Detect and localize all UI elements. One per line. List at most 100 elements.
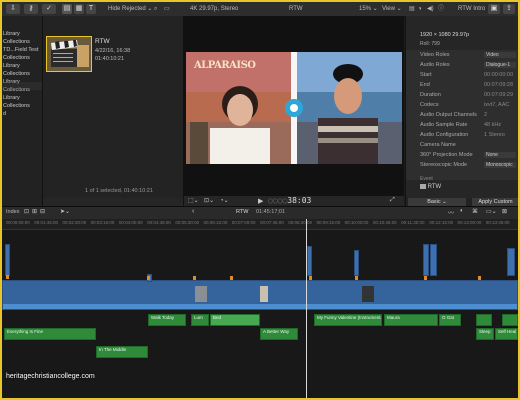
audio-clip[interactable]: Everything Is Fine bbox=[4, 328, 96, 340]
sidebar-item[interactable]: Collections bbox=[2, 102, 42, 110]
overwrite-clip-icon[interactable]: ⊟ bbox=[40, 208, 45, 215]
snapping-icon[interactable]: ⌘ bbox=[472, 208, 478, 215]
audio-clip[interactable]: Self Heal 3 bbox=[495, 328, 518, 340]
clip-thumb[interactable] bbox=[195, 286, 207, 302]
transform-icon[interactable]: ⬚⌄ bbox=[188, 197, 199, 204]
play-icon[interactable]: ▶ bbox=[258, 197, 263, 205]
audio-clip[interactable]: Walk Today bbox=[148, 314, 186, 326]
libraries-sidebar: Library Collections TD...Field Test Coll… bbox=[2, 16, 43, 206]
timecode-display[interactable]: ○○○○38:03 bbox=[268, 196, 311, 205]
video-clip[interactable] bbox=[507, 248, 515, 276]
sidebar-item[interactable]: Library bbox=[2, 94, 42, 102]
audio-clip[interactable]: In The Middle bbox=[96, 346, 148, 358]
inspector-tab-audio-icon[interactable]: ◀) bbox=[427, 4, 434, 14]
sidebar-item[interactable]: Collections bbox=[2, 38, 42, 46]
back-icon[interactable]: ‹ bbox=[192, 208, 194, 215]
inspector-row-value: 48 kHz bbox=[484, 122, 502, 128]
sidebar-item[interactable]: Library bbox=[2, 30, 42, 38]
video-clip[interactable] bbox=[5, 244, 10, 276]
video-frame[interactable]: ALPARAISO bbox=[186, 52, 402, 164]
sidebar-item[interactable]: Collections bbox=[2, 70, 42, 78]
keywords-button[interactable]: ⚷ bbox=[24, 4, 38, 14]
timeline-ruler[interactable]: 00:00:00:00 00:01:45:00 00:02:30:00 00:03:1… bbox=[2, 219, 518, 230]
ruler-tick: 00:08:30:00 bbox=[288, 220, 312, 225]
append-clip-icon[interactable]: ⊡ bbox=[24, 208, 29, 215]
photos-toggle-button[interactable]: ▦ bbox=[74, 4, 84, 14]
ruler-tick: 00:10:00:00 bbox=[344, 220, 369, 225]
titles-toggle-button[interactable]: T bbox=[86, 4, 96, 14]
import-button[interactable]: ⇩ bbox=[6, 4, 20, 14]
inspector-tab-color-icon[interactable]: ◑ bbox=[418, 4, 422, 14]
inspector-row-label: Audio Output Channels bbox=[420, 112, 477, 118]
video-clip[interactable] bbox=[354, 250, 359, 276]
filmstrip-view-icon[interactable]: ▭ bbox=[164, 4, 170, 14]
browser-bottom-bar bbox=[43, 198, 183, 206]
timeline-header: Index ⊡ ⊞ ⊟ ➤⌄ ‹ RTW 01:45:17;01 〰 ◐ ⌘ ▭… bbox=[2, 206, 518, 220]
marker-icon[interactable] bbox=[424, 276, 427, 280]
basic-dropdown[interactable]: Basic ⌄ bbox=[408, 198, 466, 206]
marker-icon[interactable] bbox=[147, 276, 150, 280]
index-button[interactable]: Index bbox=[6, 209, 19, 215]
clip-thumb[interactable] bbox=[362, 286, 374, 302]
export-button[interactable]: ⇪ bbox=[503, 4, 515, 14]
browser-status: 1 of 1 selected, 01:40:10:21 bbox=[85, 188, 153, 194]
marker-icon[interactable] bbox=[355, 276, 358, 280]
speed-icon[interactable]: ◔⌄ bbox=[220, 197, 229, 204]
sidebar-item[interactable]: TD...Field Test bbox=[2, 46, 42, 54]
clip-thumbnail[interactable] bbox=[46, 36, 92, 72]
fullscreen-icon[interactable]: ⤢ bbox=[390, 197, 395, 204]
inspector-row-label: Audio Sample Rate bbox=[420, 122, 468, 128]
layout-button[interactable]: ▣ bbox=[488, 4, 500, 14]
crop-icon[interactable]: ⊡⌄ bbox=[204, 197, 214, 204]
inspector-row-dropdown[interactable]: Monoscopic bbox=[484, 162, 516, 168]
audio-waveform bbox=[3, 304, 517, 309]
marker-icon[interactable] bbox=[478, 276, 481, 280]
marker-icon[interactable] bbox=[309, 276, 312, 280]
apply-custom-button[interactable]: Apply Custom bbox=[472, 198, 518, 206]
clip-thumb[interactable] bbox=[260, 286, 268, 302]
search-icon[interactable]: ⌕ bbox=[154, 4, 157, 14]
select-tool-icon[interactable]: ➤⌄ bbox=[60, 208, 70, 215]
sidebar-item[interactable]: Collections bbox=[2, 54, 42, 62]
video-clip[interactable] bbox=[423, 244, 429, 276]
sidebar-item[interactable]: Library bbox=[2, 62, 42, 70]
view-dropdown[interactable]: View ⌄ bbox=[382, 4, 402, 14]
video-clip[interactable] bbox=[430, 244, 437, 276]
audio-clip[interactable] bbox=[476, 314, 492, 326]
audio-clip[interactable]: My Funny Valentine (Instrumental) bbox=[314, 314, 382, 326]
audio-clip[interactable]: A Better Way bbox=[260, 328, 298, 340]
insert-clip-icon[interactable]: ⊞ bbox=[32, 208, 37, 215]
inspector-tab-info-icon[interactable]: ▤ bbox=[409, 4, 415, 14]
library-toggle-button[interactable]: ▤ bbox=[62, 4, 72, 14]
sidebar-item-selected[interactable] bbox=[2, 82, 42, 90]
video-clip[interactable] bbox=[307, 246, 312, 276]
watermark-text: heritagechristiancollege.com bbox=[6, 373, 95, 380]
inspector-row: End 00:07:09:28 bbox=[406, 80, 518, 90]
effects-icon[interactable]: ⊠ bbox=[502, 208, 507, 215]
check-button[interactable]: ✓ bbox=[42, 4, 56, 14]
filter-dropdown[interactable]: Hide Rejected ⌄ bbox=[108, 4, 152, 14]
inspector-row-label: Video Roles bbox=[420, 52, 450, 58]
audio-clip[interactable]: Maura bbox=[384, 314, 438, 326]
event-icon bbox=[420, 184, 426, 189]
audio-clip[interactable]: Sleep bbox=[476, 328, 494, 340]
zoom-dropdown[interactable]: 15% ⌄ bbox=[359, 4, 378, 14]
marker-icon[interactable] bbox=[6, 275, 9, 279]
playhead[interactable] bbox=[306, 219, 307, 398]
clip-appearance-icon[interactable]: ▭⌄ bbox=[486, 208, 497, 215]
audio-clip[interactable]: Lum bbox=[191, 314, 209, 326]
solo-icon[interactable]: ◐ bbox=[460, 208, 464, 214]
inspector-tab-info2-icon[interactable]: ⓘ bbox=[438, 4, 444, 14]
audio-skim-icon[interactable]: 〰 bbox=[448, 208, 454, 217]
audio-clip[interactable]: O Gat bbox=[439, 314, 461, 326]
viewer-controls: ⬚⌄ ⊡⌄ ◔⌄ ▶ ○○○○38:03 ⤢ bbox=[184, 196, 404, 206]
marker-icon[interactable] bbox=[230, 276, 233, 280]
audio-clip[interactable] bbox=[502, 314, 518, 326]
inspector-row-dropdown[interactable]: None bbox=[484, 152, 516, 158]
marker-icon[interactable] bbox=[193, 276, 196, 280]
inspector-row-dropdown[interactable]: Video bbox=[484, 52, 516, 58]
inspector-row-dropdown[interactable]: Dialogue-1 bbox=[484, 62, 516, 68]
sidebar-item[interactable]: d bbox=[2, 110, 42, 118]
ruler-tick: 00:10:45:00 bbox=[372, 220, 397, 225]
audio-clip[interactable]: Bed bbox=[210, 314, 260, 326]
